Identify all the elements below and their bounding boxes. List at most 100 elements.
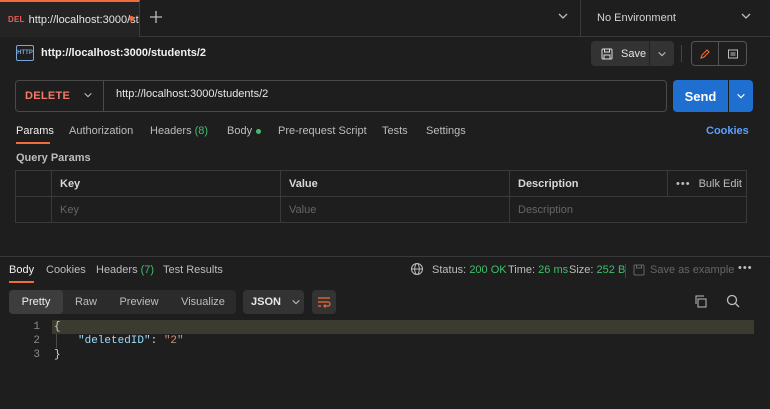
column-header-key: Key (52, 171, 281, 197)
request-title[interactable]: http://localhost:3000/students/2 (41, 47, 206, 59)
language-label: JSON (251, 296, 281, 308)
save-icon (601, 48, 613, 59)
tab-settings[interactable]: Settings (426, 125, 466, 137)
active-response-tab-indicator (9, 281, 34, 283)
documentation-button[interactable] (719, 41, 747, 66)
save-dropdown-button[interactable] (649, 41, 674, 66)
chevron-down-icon (558, 13, 568, 19)
response-headers-count: (7) (140, 264, 155, 276)
response-headers-label: Headers (96, 264, 138, 276)
tab-body-label: Body (227, 125, 253, 137)
search-icon (726, 294, 740, 308)
status-info[interactable]: Status: 200 OK (432, 264, 507, 276)
network-info-button[interactable] (410, 262, 424, 279)
more-icon: ••• (676, 177, 691, 190)
url-input[interactable] (116, 88, 656, 100)
save-button[interactable]: Save (591, 41, 649, 66)
globe-icon (411, 263, 423, 275)
tab-params[interactable]: Params (16, 125, 54, 137)
line-number: 2 (33, 335, 40, 347)
save-label: Save (621, 47, 647, 60)
method-label: DELETE (25, 90, 71, 102)
chevron-down-icon (292, 299, 300, 305)
save-as-example-button[interactable]: Save as example (633, 264, 734, 276)
query-params-title: Query Params (16, 152, 91, 164)
time-label: Time: (508, 264, 536, 276)
tab-authorization[interactable]: Authorization (69, 125, 133, 137)
send-button[interactable]: Send (673, 80, 728, 112)
key-input[interactable]: Key (52, 197, 281, 223)
tabs-menu-button[interactable] (557, 10, 569, 25)
wrap-icon (318, 297, 331, 308)
plus-icon (150, 11, 162, 23)
checkbox-column-header (16, 171, 52, 197)
value-input[interactable]: Value (281, 197, 510, 223)
environment-dropdown[interactable] (740, 10, 752, 25)
query-params-table: Key Value Description ••• Bulk Edit Key … (15, 170, 747, 223)
json-key: "deletedID" (78, 335, 151, 347)
copy-icon (695, 295, 707, 308)
divider (580, 0, 581, 37)
new-tab-button[interactable] (149, 10, 163, 27)
send-dropdown-button[interactable] (729, 80, 753, 112)
response-tab-headers[interactable]: Headers (7) (96, 264, 154, 276)
size-label: Size: (569, 264, 594, 276)
unsaved-dot-icon (129, 16, 134, 21)
copy-button[interactable] (694, 295, 707, 311)
format-preview[interactable]: Preview (110, 290, 168, 314)
column-header-value: Value (281, 171, 510, 197)
active-tab-indicator (16, 142, 50, 144)
request-tab[interactable]: DEL http://localhost:3000/st (0, 0, 140, 37)
chevron-down-icon (737, 93, 745, 99)
language-selector[interactable]: JSON (243, 290, 304, 314)
indent-guide (56, 334, 57, 348)
time-info[interactable]: Time: 26 ms (508, 264, 568, 276)
row-checkbox-cell (16, 197, 52, 223)
tab-method-tag: DEL (8, 15, 25, 24)
more-options-button[interactable]: ••• (738, 262, 753, 274)
tab-body[interactable]: Body (227, 125, 262, 137)
wrap-lines-button[interactable] (312, 290, 336, 314)
response-divider (0, 256, 770, 257)
save-as-example-label: Save as example (650, 264, 735, 276)
size-value: 252 B (596, 264, 626, 276)
code-open-brace: { (54, 321, 61, 333)
search-button[interactable] (726, 294, 740, 311)
http-icon: HTTP (16, 45, 34, 61)
line-number: 3 (33, 349, 40, 361)
status-label: Status: (432, 264, 467, 276)
response-tab-body[interactable]: Body (9, 264, 34, 276)
cookies-link[interactable]: Cookies (706, 125, 749, 137)
json-colon: : (150, 335, 164, 347)
format-visualize[interactable]: Visualize (172, 290, 234, 314)
code-line-2[interactable]: "deletedID": "2" (78, 335, 184, 347)
format-pretty[interactable]: Pretty (9, 290, 63, 314)
headers-count: (8) (194, 125, 209, 137)
response-tab-cookies[interactable]: Cookies (46, 264, 86, 276)
bulk-edit-button[interactable]: ••• Bulk Edit (668, 171, 747, 197)
tab-headers[interactable]: Headers (8) (150, 125, 208, 137)
size-info[interactable]: Size: 252 B (569, 264, 625, 276)
save-icon (633, 264, 645, 276)
tab-title: http://localhost:3000/st (28, 13, 139, 26)
pencil-icon (700, 48, 710, 59)
chevron-down-icon (84, 92, 92, 98)
line-number: 1 (33, 321, 40, 333)
document-icon (727, 49, 738, 58)
json-value: "2" (163, 335, 184, 347)
status-value: 200 OK (469, 264, 507, 276)
tab-prerequest-script[interactable]: Pre-request Script (278, 125, 367, 137)
code-close-brace: } (54, 349, 61, 361)
tab-tests[interactable]: Tests (382, 125, 408, 137)
method-selector[interactable]: DELETE (16, 81, 104, 111)
environment-selector[interactable]: No Environment (597, 12, 676, 24)
column-header-description: Description (510, 171, 668, 197)
response-tab-test-results[interactable]: Test Results (163, 264, 223, 276)
edit-button[interactable] (691, 41, 719, 66)
bulk-edit-label: Bulk Edit (698, 177, 742, 190)
divider (625, 264, 626, 278)
current-line-highlight (52, 320, 754, 334)
description-input[interactable]: Description (510, 197, 747, 223)
chevron-down-icon (658, 51, 666, 56)
format-raw[interactable]: Raw (66, 290, 106, 314)
